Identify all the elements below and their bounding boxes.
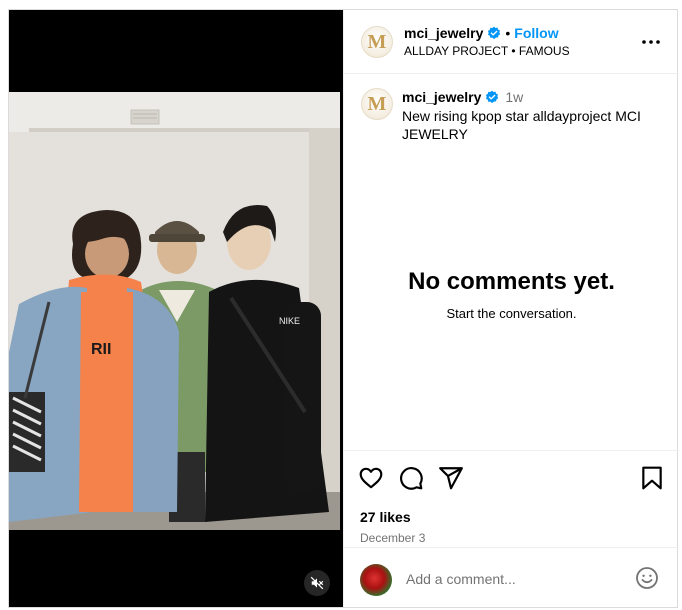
caption-header: mci_jewelry 1w [402, 89, 662, 107]
header-title-row: mci_jewelry • Follow [404, 25, 559, 43]
post-media[interactable]: NIKE RII [9, 10, 343, 607]
post-side-panel: M mci_jewelry • Follow ALLDAY PROJECT • F… [343, 10, 679, 607]
heart-icon [359, 467, 383, 489]
viewer-avatar [360, 564, 392, 596]
caption-avatar-logo: M [367, 93, 387, 115]
empty-comments-state: No comments yet. Start the conversation. [344, 268, 679, 321]
paper-plane-icon [439, 467, 463, 490]
like-button[interactable] [358, 465, 384, 496]
post-date[interactable]: December 3 [360, 531, 425, 545]
mute-toggle-button[interactable] [304, 570, 330, 596]
svg-text:RII: RII [91, 341, 111, 358]
empty-comments-subtitle: Start the conversation. [446, 306, 577, 321]
bookmark-icon [642, 466, 662, 490]
verified-badge-icon [488, 26, 501, 40]
caption-avatar[interactable]: M [361, 88, 393, 120]
caption-username[interactable]: mci_jewelry [402, 89, 481, 105]
header-separator: • [505, 25, 511, 41]
account-username[interactable]: mci_jewelry [404, 25, 483, 41]
emoji-smiley-icon [636, 567, 658, 589]
photo-illustration: NIKE RII [9, 92, 340, 530]
post-actions: 27 likes December 3 [344, 450, 679, 547]
comment-bar [344, 547, 679, 607]
account-avatar[interactable]: M [361, 26, 393, 58]
follow-button[interactable]: Follow [514, 25, 558, 41]
more-options-icon [642, 40, 660, 44]
share-button[interactable] [438, 465, 464, 496]
comment-bubble-icon [400, 467, 423, 490]
post-photo[interactable]: NIKE RII [9, 92, 340, 530]
account-avatar-logo: M [367, 31, 387, 53]
post-header: M mci_jewelry • Follow ALLDAY PROJECT • F… [344, 10, 679, 74]
caption-text: New rising kpop star alldayproject MCI J… [402, 108, 641, 142]
svg-text:NIKE: NIKE [279, 316, 300, 326]
verified-badge-icon [486, 90, 499, 104]
muted-speaker-icon [310, 576, 324, 590]
comment-button[interactable] [398, 465, 424, 496]
caption-timestamp[interactable]: 1w [505, 89, 523, 105]
caption: mci_jewelry 1w New rising kpop star alld… [402, 89, 662, 143]
post-dialog: NIKE RII M mci_jewelry • Follow ALLDAY P… [8, 9, 679, 608]
comment-input[interactable] [406, 568, 626, 590]
audio-attribution[interactable]: ALLDAY PROJECT • FAMOUS [404, 44, 570, 58]
likes-count[interactable]: 27 likes [360, 509, 411, 525]
save-button[interactable] [639, 465, 665, 496]
empty-comments-title: No comments yet. [408, 268, 615, 295]
more-options-button[interactable] [639, 32, 663, 52]
emoji-button[interactable] [635, 566, 659, 590]
